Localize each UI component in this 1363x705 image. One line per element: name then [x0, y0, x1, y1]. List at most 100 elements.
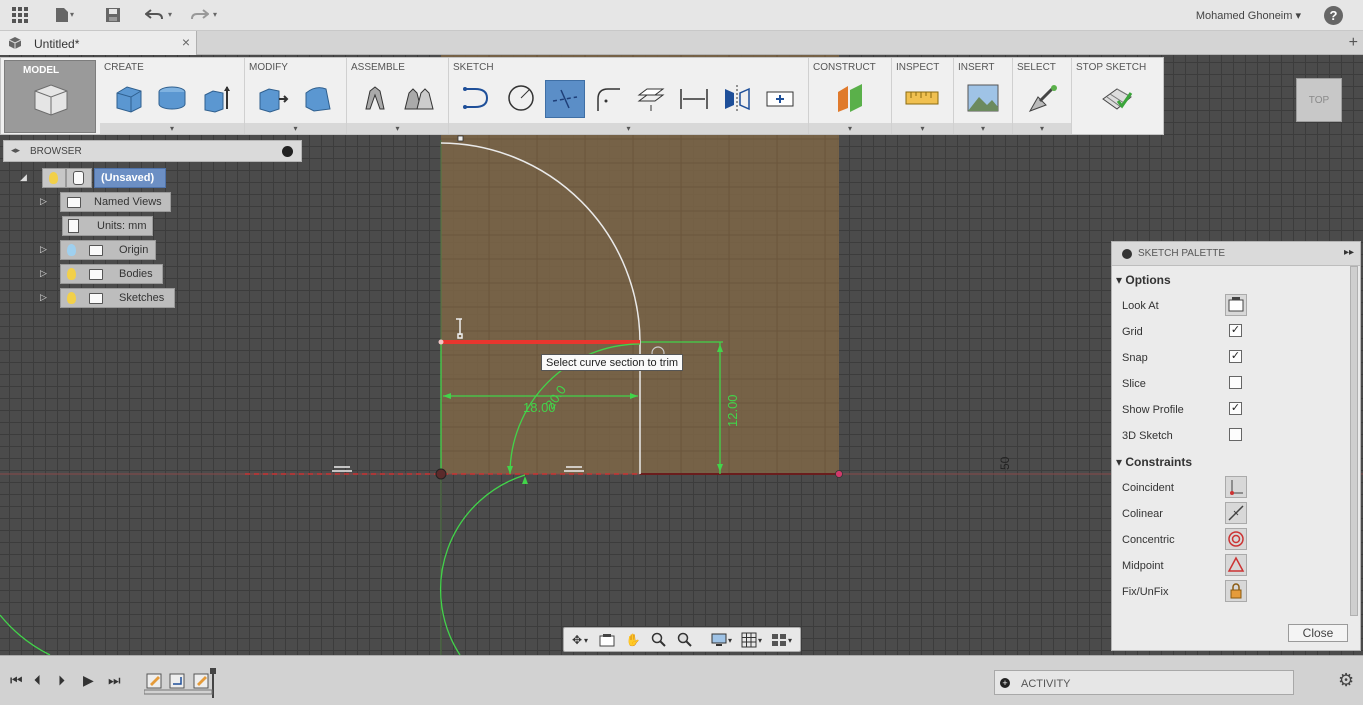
box-tool-icon[interactable] [110, 80, 146, 116]
concentric-constraint-icon[interactable] [1225, 528, 1247, 550]
help-icon[interactable]: ? [1324, 6, 1343, 25]
insert-image-tool-icon[interactable] [965, 80, 1001, 116]
3d-sketch-checkbox[interactable] [1229, 428, 1242, 441]
options-section-header[interactable]: ▾ Options [1116, 273, 1171, 287]
cylinder-tool-icon[interactable] [154, 80, 190, 116]
origin-point[interactable] [435, 468, 447, 480]
orbit-dropdown-icon[interactable]: ▾ [582, 632, 590, 648]
sketch-dropdown[interactable]: ▾ [449, 123, 808, 134]
browser-node-root[interactable]: ◢ (Unsaved) [0, 168, 170, 188]
arc-endpoint-marker[interactable] [457, 135, 464, 142]
lightbulb-icon[interactable] [67, 292, 76, 304]
look-at-nav-icon[interactable] [598, 632, 616, 648]
save-icon[interactable] [103, 5, 123, 25]
browser-node-bodies[interactable]: ▷ Bodies [0, 264, 170, 284]
redo-dropdown-icon[interactable]: ▾ [213, 10, 217, 19]
lightbulb-icon[interactable] [67, 244, 76, 256]
fillet-sketch-tool-icon[interactable] [589, 80, 625, 116]
sketch-palette-header[interactable]: SKETCH PALETTE ▸▸ [1112, 242, 1360, 266]
go-to-start-icon[interactable]: ⏮ [10, 672, 23, 689]
expand-arrow-icon[interactable]: ▷ [40, 244, 47, 255]
activity-panel[interactable]: + ACTIVITY [994, 670, 1294, 695]
file-dropdown-icon[interactable]: ▾ [70, 10, 74, 19]
step-back-icon[interactable]: ⏴ [34, 672, 41, 689]
horizontal-constraint-icon[interactable] [332, 466, 352, 472]
expand-arrow-icon[interactable]: ◢ [20, 172, 27, 183]
show-profile-checkbox[interactable]: ✓ [1229, 402, 1242, 415]
assemble-dropdown[interactable]: ▾ [347, 123, 448, 134]
construct-dropdown[interactable]: ▾ [809, 123, 891, 134]
browser-node-origin[interactable]: ▷ Origin [0, 240, 160, 260]
zoom-window-icon[interactable] [676, 632, 694, 648]
measure-tool-icon[interactable] [904, 80, 940, 116]
circle-tool-icon[interactable] [503, 80, 539, 116]
display-settings-dropdown-icon[interactable]: ▾ [726, 632, 734, 648]
workspace-mode-button[interactable]: MODEL [4, 60, 96, 133]
offset-plane-tool-icon[interactable] [832, 80, 868, 116]
browser-node-named-views[interactable]: ▷ Named Views [0, 192, 175, 212]
palette-scrollbar[interactable] [1350, 266, 1358, 616]
viewports-dropdown-icon[interactable]: ▾ [786, 632, 794, 648]
snap-checkbox[interactable]: ✓ [1229, 350, 1242, 363]
file-icon[interactable] [52, 5, 72, 25]
as-built-joint-tool-icon[interactable] [401, 80, 437, 116]
close-tab-icon[interactable]: × [182, 34, 190, 50]
timeline-features[interactable] [144, 666, 218, 698]
mirror-tool-icon[interactable] [719, 80, 755, 116]
close-button[interactable]: Close [1288, 624, 1348, 642]
undo-dropdown-icon[interactable]: ▾ [168, 10, 172, 19]
browser-node-units[interactable]: Units: mm [0, 216, 160, 236]
colinear-constraint-icon[interactable] [1225, 502, 1247, 524]
pan-icon[interactable]: ✋ [624, 632, 642, 648]
spline-tool-icon[interactable] [459, 80, 495, 116]
zoom-icon[interactable] [650, 632, 668, 648]
modify-dropdown[interactable]: ▾ [245, 123, 346, 134]
constraints-section-header[interactable]: ▾ Constraints [1116, 455, 1192, 469]
minimize-icon[interactable] [1122, 249, 1132, 259]
fillet-tool-icon[interactable] [299, 80, 335, 116]
coincident-constraint-icon[interactable] [1225, 476, 1247, 498]
undo-icon[interactable] [144, 5, 164, 25]
start-point[interactable] [438, 339, 444, 345]
extrude-tool-icon[interactable] [198, 80, 234, 116]
collapse-arrows-icon[interactable]: ◂▸ [11, 145, 20, 156]
insert-dropdown[interactable]: ▾ [954, 123, 1012, 134]
step-forward-icon[interactable]: ▶ [83, 672, 94, 689]
slice-checkbox[interactable] [1229, 376, 1242, 389]
expand-panel-icon[interactable]: ▸▸ [1344, 247, 1354, 258]
trim-tool-icon[interactable] [545, 80, 585, 118]
view-cube[interactable]: TOP [1296, 78, 1342, 122]
select-dropdown[interactable]: ▾ [1013, 123, 1071, 134]
stop-sketch-tool-icon[interactable] [1099, 80, 1135, 116]
inspect-dropdown[interactable]: ▾ [892, 123, 953, 134]
user-menu[interactable]: Mohamed Ghoneim ▾ [1196, 9, 1301, 22]
document-tab[interactable]: Untitled* × [0, 31, 197, 55]
fix-unfix-constraint-icon[interactable] [1225, 580, 1247, 602]
grid-settings-dropdown-icon[interactable]: ▾ [756, 632, 764, 648]
go-to-end-icon[interactable]: ⏭ [108, 672, 121, 689]
expand-icon[interactable]: + [1000, 678, 1010, 688]
gear-icon[interactable]: ⚙ [1338, 670, 1354, 691]
press-pull-tool-icon[interactable] [255, 80, 291, 116]
expand-arrow-icon[interactable]: ▷ [40, 292, 47, 303]
dimension-height-label[interactable]: 12.00 [725, 394, 740, 427]
app-grid-icon[interactable] [10, 5, 30, 25]
new-tab-icon[interactable]: + [1349, 34, 1358, 52]
end-point[interactable] [835, 470, 843, 478]
expand-arrow-icon[interactable]: ▷ [40, 196, 47, 207]
select-tool-icon[interactable] [1024, 80, 1060, 116]
create-dropdown[interactable]: ▾ [100, 123, 244, 134]
redo-icon[interactable] [190, 5, 210, 25]
minimize-icon[interactable] [282, 146, 293, 157]
lightbulb-icon[interactable] [67, 268, 76, 280]
browser-panel-header[interactable]: ◂▸ BROWSER [3, 140, 302, 162]
browser-node-sketches[interactable]: ▷ Sketches [0, 288, 180, 308]
midpoint-constraint-icon[interactable] [1225, 554, 1247, 576]
project-tool-icon[interactable] [633, 80, 669, 116]
lightbulb-icon[interactable] [49, 172, 58, 184]
text-tool-icon[interactable] [762, 80, 798, 116]
grid-checkbox[interactable]: ✓ [1229, 324, 1242, 337]
dimension-tool-icon[interactable] [676, 80, 712, 116]
joint-tool-icon[interactable] [357, 80, 393, 116]
look-at-icon[interactable] [1225, 294, 1247, 316]
